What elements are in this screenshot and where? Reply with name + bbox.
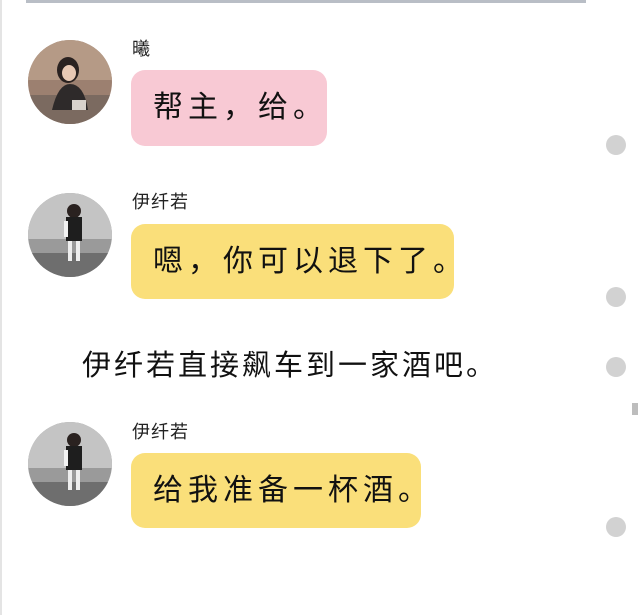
top-divider	[26, 0, 586, 3]
left-border	[0, 0, 2, 615]
avatar-girl-sitting[interactable]	[28, 40, 112, 124]
avatar-girl-standing[interactable]	[28, 422, 112, 506]
select-dot[interactable]	[606, 357, 626, 377]
narration-text: 伊纤若直接飙车到一家酒吧。	[82, 348, 499, 382]
message-bubble[interactable]: 给我准备一杯酒。	[131, 453, 428, 528]
sender-name: 伊纤若	[132, 192, 189, 213]
message-bubble[interactable]: 帮主，给。	[131, 70, 327, 146]
scrollbar-thumb[interactable]	[632, 403, 638, 415]
select-dot[interactable]	[606, 135, 626, 155]
select-dot[interactable]	[606, 287, 626, 307]
message-bubble[interactable]: 嗯，你可以退下了。	[131, 224, 463, 299]
avatar-girl-standing[interactable]	[28, 193, 112, 277]
sender-name: 曦	[132, 39, 151, 60]
sender-name: 伊纤若	[132, 422, 189, 443]
select-dot[interactable]	[606, 517, 626, 537]
